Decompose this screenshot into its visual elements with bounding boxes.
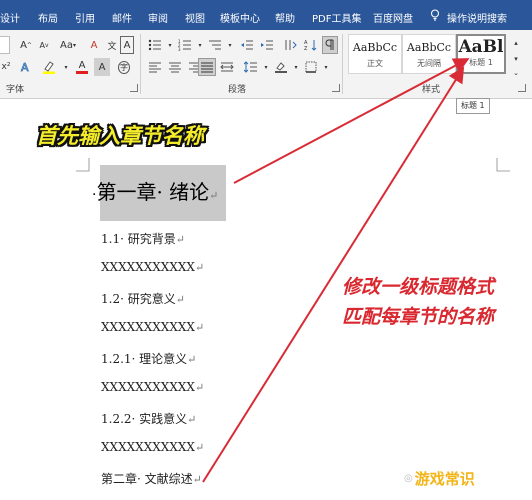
callout-input-chapter-name: 首先输入章节名称	[36, 124, 204, 148]
callout-modify-heading-line-2: 匹配每章节的名称	[342, 306, 495, 328]
arrow-heading-to-style	[233, 58, 470, 184]
watermark: ◎ 游戏常识	[404, 468, 475, 489]
watermark-logo-icon: ◎	[404, 473, 413, 484]
watermark-text: 游戏常识	[414, 470, 475, 488]
annotation-arrows	[202, 58, 470, 483]
callout-modify-heading-line-1: 修改一级标题格式	[342, 276, 495, 298]
